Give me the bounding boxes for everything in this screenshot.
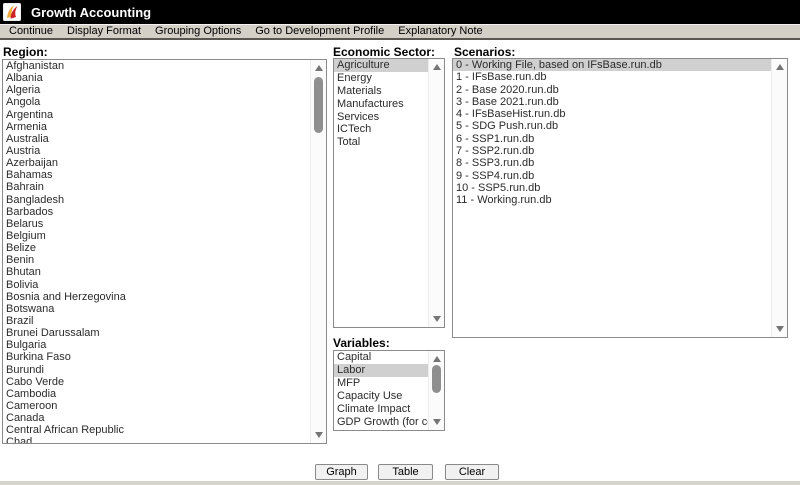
region-option[interactable]: Brazil [3,315,310,327]
region-option[interactable]: Australia [3,133,310,145]
region-option[interactable]: Canada [3,412,310,424]
scroll-down-icon[interactable] [433,419,441,425]
region-option[interactable]: Bahrain [3,181,310,193]
bottom-edge-strip [0,481,800,485]
region-option[interactable]: Bahamas [3,169,310,181]
economic-sector-listbox: AgricultureEnergyMaterialsManufacturesSe… [333,58,445,328]
variable-option[interactable]: GDP Growth (for compar [334,416,428,429]
region-option[interactable]: Azerbaijan [3,157,310,169]
scenario-option[interactable]: 11 - Working.run.db [453,194,771,206]
region-option[interactable]: Brunei Darussalam [3,327,310,339]
variable-option[interactable]: Capital [334,351,428,364]
region-list: AfghanistanAlbaniaAlgeriaAngolaArgentina… [3,60,310,443]
region-option[interactable]: Armenia [3,121,310,133]
region-scrollbar[interactable] [310,60,326,443]
region-option[interactable]: Central African Republic [3,424,310,436]
region-listbox: AfghanistanAlbaniaAlgeriaAngolaArgentina… [2,59,327,444]
scenario-option[interactable]: 3 - Base 2021.run.db [453,96,771,108]
region-option[interactable]: Belgium [3,230,310,242]
economic-sector-option[interactable]: Agriculture [334,59,428,72]
variables-label: Variables: [333,336,390,350]
scenario-option[interactable]: 7 - SSP2.run.db [453,145,771,157]
economic-sector-label: Economic Sector: [333,45,435,59]
region-option[interactable]: Cambodia [3,388,310,400]
scenarios-list: 0 - Working File, based on IFsBase.run.d… [453,59,771,337]
region-option[interactable]: Botswana [3,303,310,315]
menu-bar: ContinueDisplay FormatGrouping OptionsGo… [0,24,800,40]
ifs-logo-icon [3,3,21,21]
region-option[interactable]: Belarus [3,218,310,230]
economic-sector-option[interactable]: Total [334,136,428,149]
scenario-option[interactable]: 1 - IFsBase.run.db [453,71,771,83]
menu-item[interactable]: Grouping Options [148,24,248,38]
region-option[interactable]: Afghanistan [3,60,310,72]
graph-button[interactable]: Graph [315,464,368,480]
clear-button[interactable]: Clear [445,464,499,480]
region-option[interactable]: Chad [3,436,310,443]
scenario-option[interactable]: 10 - SSP5.run.db [453,182,771,194]
variable-option[interactable]: MFP [334,377,428,390]
scroll-up-icon[interactable] [776,64,784,70]
economic-sector-option[interactable]: Energy [334,72,428,85]
region-option[interactable]: Austria [3,145,310,157]
scroll-thumb[interactable] [314,77,323,133]
scroll-down-icon[interactable] [433,316,441,322]
scenario-option[interactable]: 8 - SSP3.run.db [453,157,771,169]
window-title: Growth Accounting [31,5,151,20]
region-option[interactable]: Bosnia and Herzegovina [3,291,310,303]
economic-sector-list: AgricultureEnergyMaterialsManufacturesSe… [334,59,428,327]
scroll-down-icon[interactable] [315,432,323,438]
menu-item[interactable]: Go to Development Profile [248,24,391,38]
region-option[interactable]: Argentina [3,109,310,121]
region-option[interactable]: Bangladesh [3,194,310,206]
region-option[interactable]: Bolivia [3,279,310,291]
region-option[interactable]: Bhutan [3,266,310,278]
menu-item[interactable]: Display Format [60,24,148,38]
region-option[interactable]: Benin [3,254,310,266]
region-option[interactable]: Burundi [3,364,310,376]
window-titlebar: Growth Accounting [0,0,800,24]
menu-item[interactable]: Continue [2,24,60,38]
variables-listbox: CapitalLaborMFPCapacity UseClimate Impac… [333,350,445,431]
scroll-up-icon[interactable] [315,65,323,71]
scroll-up-icon[interactable] [433,64,441,70]
scenario-option[interactable]: 0 - Working File, based on IFsBase.run.d… [453,59,771,71]
variables-list: CapitalLaborMFPCapacity UseClimate Impac… [334,351,428,430]
region-label: Region: [3,45,48,59]
economic-sector-option[interactable]: Manufactures [334,98,428,111]
region-option[interactable]: Belize [3,242,310,254]
scenario-option[interactable]: 2 - Base 2020.run.db [453,84,771,96]
region-option[interactable]: Angola [3,96,310,108]
scroll-thumb[interactable] [432,365,441,393]
variables-scrollbar[interactable] [428,351,444,430]
region-option[interactable]: Cabo Verde [3,376,310,388]
region-option[interactable]: Cameroon [3,400,310,412]
menu-item[interactable]: Explanatory Note [391,24,489,38]
scenario-option[interactable]: 6 - SSP1.run.db [453,133,771,145]
region-option[interactable]: Algeria [3,84,310,96]
economic-sector-option[interactable]: Services [334,111,428,124]
scenario-option[interactable]: 4 - IFsBaseHist.run.db [453,108,771,120]
scenarios-label: Scenarios: [454,45,515,59]
region-option[interactable]: Albania [3,72,310,84]
scenarios-listbox: 0 - Working File, based on IFsBase.run.d… [452,58,788,338]
variable-option[interactable]: Labor [334,364,428,377]
scenario-option[interactable]: 9 - SSP4.run.db [453,170,771,182]
region-option[interactable]: Burkina Faso [3,351,310,363]
scenario-option[interactable]: 5 - SDG Push.run.db [453,120,771,132]
economic-sector-option[interactable]: ICTech [334,123,428,136]
scroll-up-icon[interactable] [433,356,441,362]
variable-option[interactable]: Capacity Use [334,390,428,403]
economic-sector-scrollbar[interactable] [428,59,444,327]
economic-sector-option[interactable]: Materials [334,85,428,98]
region-option[interactable]: Bulgaria [3,339,310,351]
scroll-down-icon[interactable] [776,326,784,332]
region-option[interactable]: Barbados [3,206,310,218]
variable-option[interactable]: Climate Impact [334,403,428,416]
scenarios-scrollbar[interactable] [771,59,787,337]
table-button[interactable]: Table [378,464,433,480]
